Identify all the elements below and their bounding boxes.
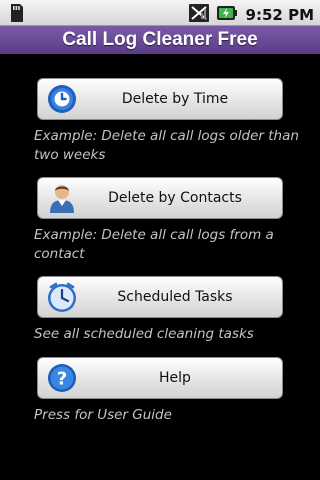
delete-by-contacts-button[interactable]: Delete by Contacts [37,177,283,219]
scheduled-tasks-description: See all scheduled cleaning tasks [34,326,254,342]
svg-text:?: ? [57,369,67,390]
delete-by-time-button[interactable]: Delete by Time [37,78,283,120]
delete-by-time-description: Example: Delete all call logs older than… [34,128,299,163]
status-bar: 9:52 PM [0,0,320,26]
clock-icon [46,83,78,115]
help-button[interactable]: ? Help [37,357,283,399]
status-time: 9:52 PM [245,6,314,24]
no-signal-icon [188,3,210,27]
scheduled-tasks-button[interactable]: Scheduled Tasks [37,276,283,318]
app-title: Call Log Cleaner Free [0,26,320,54]
scheduled-clock-icon [46,281,78,313]
sdcard-icon [8,3,24,27]
help-description: Press for User Guide [34,407,172,423]
help-icon: ? [46,362,78,394]
delete-by-contacts-description: Example: Delete all call logs from a con… [34,227,274,262]
battery-charging-icon [216,3,238,27]
contact-person-icon [46,182,78,214]
